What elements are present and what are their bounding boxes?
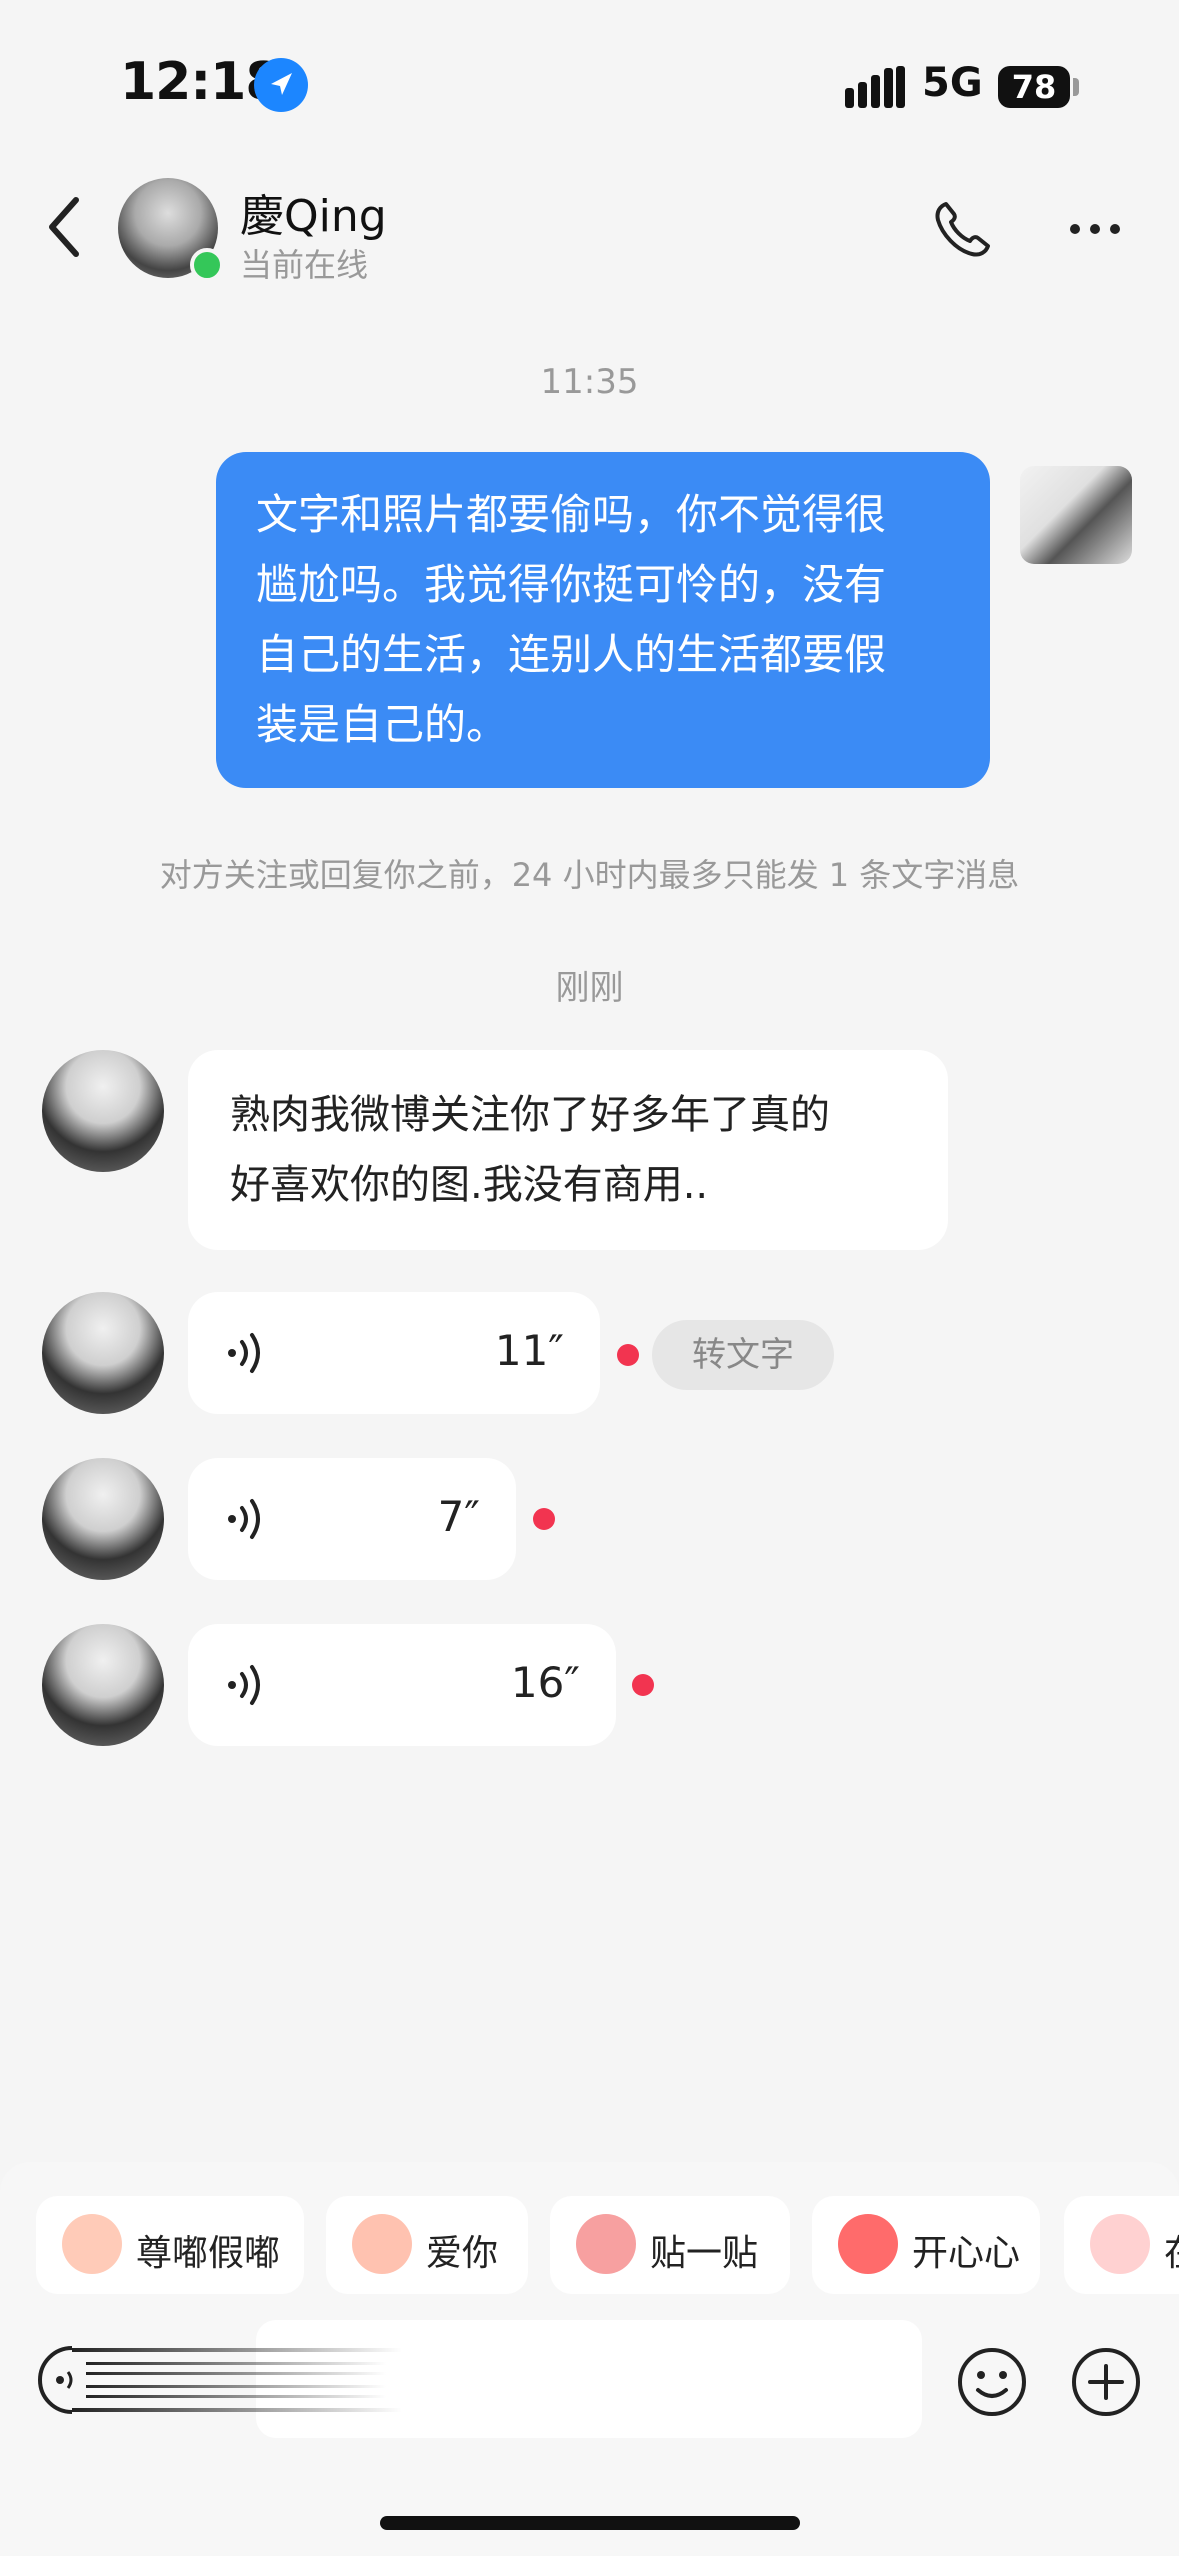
unread-dot xyxy=(617,1344,639,1366)
phone-call-icon[interactable] xyxy=(930,198,994,262)
more-options-icon[interactable] xyxy=(1068,222,1122,236)
message-line: 装是自己的。 xyxy=(256,700,509,749)
sticker-face-icon xyxy=(838,2214,898,2274)
voice-duration: 11″ xyxy=(494,1326,564,1375)
incoming-message-bubble[interactable]: 熟肉我微博关注你了好多年了真的 好喜欢你的图.我没有商用.. xyxy=(188,1050,948,1250)
voice-message-bubble[interactable]: 11″ xyxy=(188,1292,600,1414)
sticker-suggestion[interactable]: 尊嘟假嘟 xyxy=(36,2196,304,2294)
sticker-face-icon xyxy=(62,2214,122,2274)
battery-tip xyxy=(1073,78,1079,96)
convert-to-text-button[interactable]: 转文字 xyxy=(652,1320,834,1390)
message-line: 尴尬吗。我觉得你挺可怜的，没有 xyxy=(256,560,887,609)
back-chevron-icon[interactable] xyxy=(42,192,88,262)
battery-icon: 78 xyxy=(998,66,1070,108)
cellular-signal-icon xyxy=(845,66,905,108)
friend-avatar[interactable] xyxy=(42,1050,164,1172)
message-limit-notice: 对方关注或回复你之前，24 小时内最多只能发 1 条文字消息 xyxy=(159,856,1020,894)
message-line: 熟肉我微博关注你了好多年了真的 xyxy=(230,1092,830,1138)
friend-avatar[interactable] xyxy=(42,1458,164,1580)
message-line: 自己的生活，连别人的生活都要假 xyxy=(256,630,887,679)
voice-wave-icon xyxy=(228,1665,260,1705)
plus-icon[interactable] xyxy=(1070,2346,1142,2418)
sticker-suggestion[interactable]: 开心心 xyxy=(812,2196,1040,2294)
sticker-label: 在 xyxy=(1164,2224,1179,2276)
voice-input-icon[interactable] xyxy=(36,2344,402,2416)
sticker-label: 尊嘟假嘟 xyxy=(136,2233,281,2274)
unread-dot xyxy=(533,1508,555,1530)
voice-message-bubble[interactable]: 7″ xyxy=(188,1458,516,1580)
unread-dot xyxy=(632,1674,654,1696)
voice-duration: 7″ xyxy=(437,1492,480,1541)
sticker-suggestion[interactable]: 在 xyxy=(1064,2196,1179,2294)
contact-name[interactable]: 慶Qing xyxy=(240,180,387,244)
sticker-label: 开心心 xyxy=(912,2233,1021,2274)
sticker-face-icon xyxy=(576,2214,636,2274)
sticker-label: 贴一贴 xyxy=(650,2233,759,2274)
message-time-label: 刚刚 xyxy=(555,968,624,1008)
voice-message-bubble[interactable]: 16″ xyxy=(188,1624,616,1746)
sticker-face-icon xyxy=(1090,2214,1150,2274)
network-type: 5G xyxy=(922,60,983,106)
contact-status: 当前在线 xyxy=(240,246,369,284)
emoji-icon[interactable] xyxy=(956,2346,1028,2418)
sticker-face-icon xyxy=(352,2214,412,2274)
message-line: 好喜欢你的图.我没有商用.. xyxy=(230,1162,709,1208)
friend-avatar[interactable] xyxy=(42,1292,164,1414)
home-indicator xyxy=(380,2516,800,2530)
friend-avatar[interactable] xyxy=(42,1624,164,1746)
message-line: 文字和照片都要偷吗，你不觉得很 xyxy=(256,490,887,539)
voice-wave-icon xyxy=(228,1499,260,1539)
sticker-suggestion[interactable]: 贴一贴 xyxy=(550,2196,790,2294)
outgoing-message-bubble[interactable]: 文字和照片都要偷吗，你不觉得很 尴尬吗。我觉得你挺可怜的，没有 自己的生活，连别… xyxy=(216,452,990,788)
voice-duration: 16″ xyxy=(510,1658,580,1707)
sticker-suggestion[interactable]: 爱你 xyxy=(326,2196,528,2294)
voice-wave-icon xyxy=(228,1333,260,1373)
location-arrow-icon xyxy=(254,58,308,112)
online-indicator xyxy=(190,248,224,282)
my-avatar[interactable] xyxy=(1020,466,1132,564)
sticker-label: 爱你 xyxy=(426,2233,499,2274)
message-time-label: 11:35 xyxy=(540,362,639,402)
